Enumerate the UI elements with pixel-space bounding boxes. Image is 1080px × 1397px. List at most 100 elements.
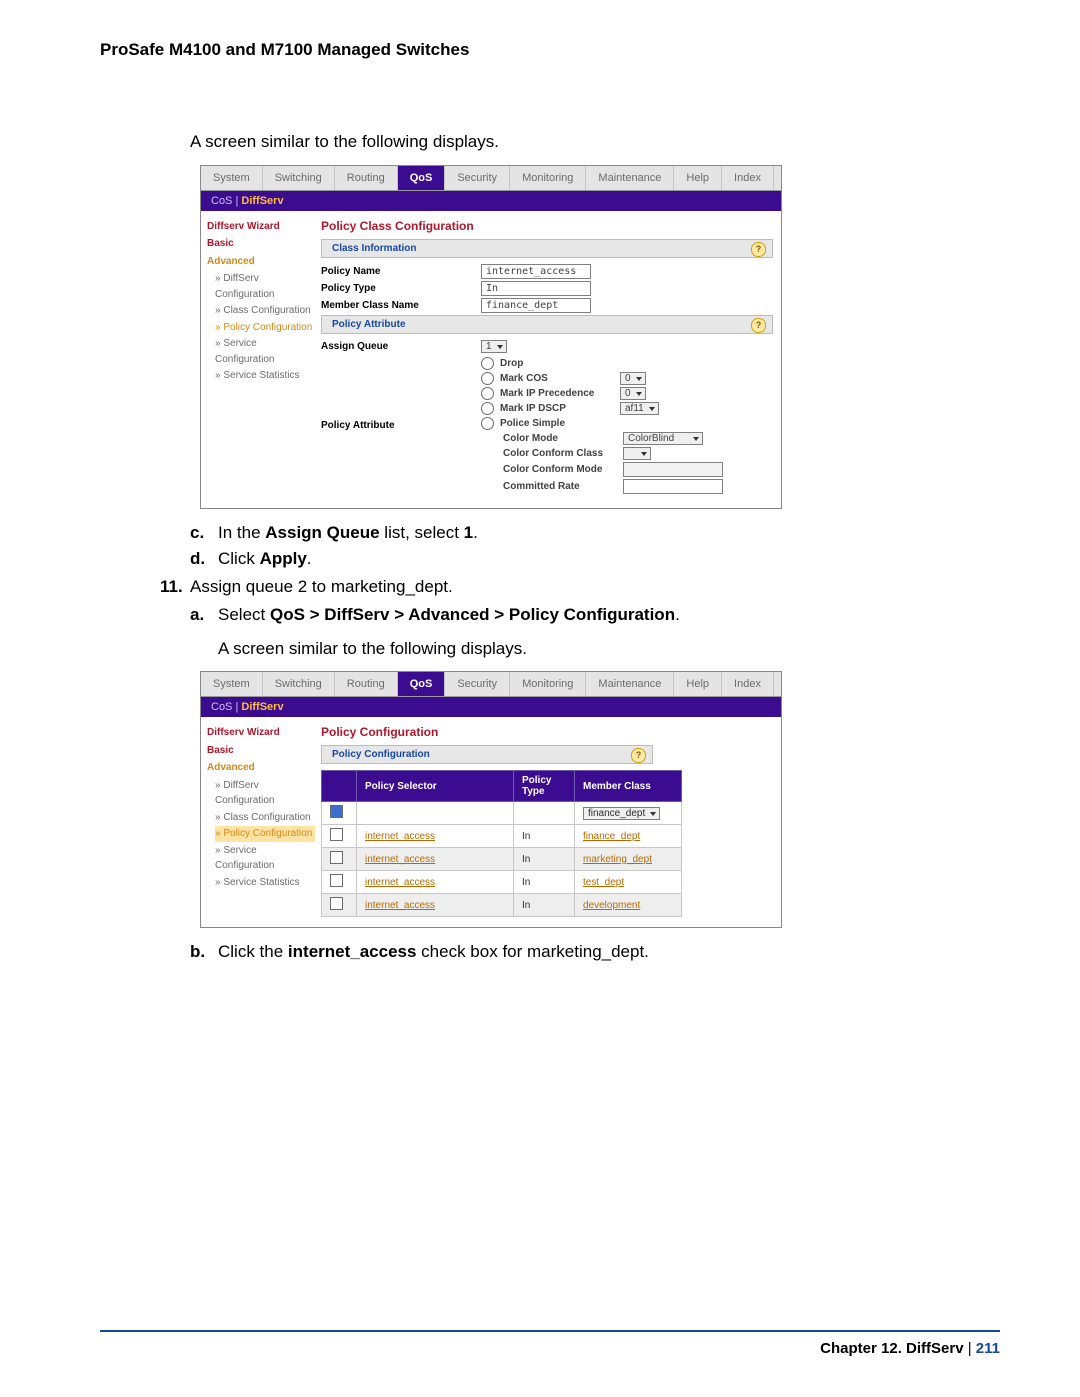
policy-type-label: Policy Type xyxy=(321,283,481,294)
step-d: d.Click Apply. xyxy=(190,549,1000,569)
committed-rate-field[interactable] xyxy=(623,479,723,494)
member-class-dropdown[interactable]: finance_dept xyxy=(583,807,660,820)
member-link[interactable]: finance_dept xyxy=(575,825,682,848)
policy-link[interactable]: internet_access xyxy=(357,825,514,848)
subtab-diffserv[interactable]: DiffServ xyxy=(241,701,283,713)
policy-link[interactable]: internet_access xyxy=(357,894,514,917)
radio-drop[interactable] xyxy=(481,357,494,370)
policy-attribute-label: Policy Attribute xyxy=(321,420,481,431)
opt-mark-dscp: Mark IP DSCP xyxy=(500,403,620,414)
tab-monitoring[interactable]: Monitoring xyxy=(510,166,586,190)
policy-link[interactable]: internet_access xyxy=(357,871,514,894)
footer-chapter: Chapter 12. DiffServ xyxy=(820,1340,963,1357)
page-footer: Chapter 12. DiffServ | 211 xyxy=(100,1330,1000,1357)
assign-queue-label: Assign Queue xyxy=(321,341,481,352)
tab-maintenance[interactable]: Maintenance xyxy=(586,672,674,696)
step-c: c.In the Assign Queue list, select 1. xyxy=(190,523,1000,543)
tab-qos[interactable]: QoS xyxy=(398,672,446,696)
section-policy-cfg: Policy Configuration? xyxy=(321,745,653,764)
nav-policy-cfg[interactable]: » Policy Configuration xyxy=(215,826,315,842)
screenshot-1: System Switching Routing QoS Security Mo… xyxy=(200,165,782,509)
color-mode-select[interactable]: ColorBlind xyxy=(623,432,703,445)
radio-mark-cos[interactable] xyxy=(481,372,494,385)
tab-switching[interactable]: Switching xyxy=(263,672,335,696)
color-conf-mode-field[interactable] xyxy=(623,462,723,477)
main-tabs-2: System Switching Routing QoS Security Mo… xyxy=(201,672,781,697)
nav-basic[interactable]: Basic xyxy=(207,743,315,759)
policy-link[interactable]: internet_access xyxy=(357,848,514,871)
tab-monitoring[interactable]: Monitoring xyxy=(510,672,586,696)
intro-text-1: A screen similar to the following displa… xyxy=(190,130,1000,155)
member-class-field[interactable]: finance_dept xyxy=(481,298,591,313)
mark-ippr-select[interactable]: 0 xyxy=(620,387,646,400)
row-checkbox[interactable] xyxy=(330,874,343,887)
row-checkbox[interactable] xyxy=(330,897,343,910)
nav-diffserv-cfg[interactable]: » DiffServ Configuration xyxy=(215,778,315,809)
subtab-diffserv[interactable]: DiffServ xyxy=(241,195,283,207)
tab-help[interactable]: Help xyxy=(674,672,722,696)
tab-help[interactable]: Help xyxy=(674,166,722,190)
cell-type: In xyxy=(514,848,575,871)
nav-advanced[interactable]: Advanced xyxy=(207,760,315,776)
mark-cos-select[interactable]: 0 xyxy=(620,372,646,385)
color-conf-class-label: Color Conform Class xyxy=(503,448,623,459)
row-checkbox[interactable] xyxy=(330,828,343,841)
tab-maintenance[interactable]: Maintenance xyxy=(586,166,674,190)
opt-mark-cos: Mark COS xyxy=(500,373,620,384)
radio-mark-ippr[interactable] xyxy=(481,387,494,400)
subtab-cos[interactable]: CoS xyxy=(211,701,232,713)
help-icon[interactable]: ? xyxy=(631,748,646,763)
member-link[interactable]: development xyxy=(575,894,682,917)
policy-name-label: Policy Name xyxy=(321,266,481,277)
nav-class-cfg[interactable]: » Class Configuration xyxy=(215,303,315,319)
select-all-checkbox[interactable] xyxy=(330,805,343,818)
nav-policy-cfg[interactable]: » Policy Configuration xyxy=(215,320,315,336)
nav-wizard[interactable]: Diffserv Wizard xyxy=(207,725,315,741)
col-policy-selector: Policy Selector xyxy=(357,771,514,802)
help-icon[interactable]: ? xyxy=(751,318,766,333)
radio-mark-dscp[interactable] xyxy=(481,402,494,415)
help-icon[interactable]: ? xyxy=(751,242,766,257)
nav-wizard[interactable]: Diffserv Wizard xyxy=(207,219,315,235)
sub-tab-bar-2: CoS | DiffServ xyxy=(201,697,781,717)
committed-rate-label: Committed Rate xyxy=(503,481,623,492)
member-link[interactable]: test_dept xyxy=(575,871,682,894)
cell-type: In xyxy=(514,871,575,894)
step-11: 11.Assign queue 2 to marketing_dept. xyxy=(160,577,1000,597)
color-conf-class-select[interactable] xyxy=(623,447,651,460)
member-link[interactable]: marketing_dept xyxy=(575,848,682,871)
nav-service-cfg[interactable]: » Service Configuration xyxy=(215,843,315,874)
left-nav: Diffserv Wizard Basic Advanced » DiffSer… xyxy=(201,211,321,508)
row-checkbox[interactable] xyxy=(330,851,343,864)
nav-stats[interactable]: » Service Statistics xyxy=(215,875,315,891)
nav-class-cfg[interactable]: » Class Configuration xyxy=(215,810,315,826)
tab-routing[interactable]: Routing xyxy=(335,166,398,190)
nav-basic[interactable]: Basic xyxy=(207,236,315,252)
tab-index[interactable]: Index xyxy=(722,166,774,190)
tab-system[interactable]: System xyxy=(201,672,263,696)
screenshot-2: System Switching Routing QoS Security Mo… xyxy=(200,671,782,928)
policy-type-field[interactable]: In xyxy=(481,281,591,296)
color-conf-mode-label: Color Conform Mode xyxy=(503,464,623,475)
nav-diffserv-cfg[interactable]: » DiffServ Configuration xyxy=(215,271,315,302)
color-mode-label: Color Mode xyxy=(503,433,623,444)
section-policy-attr: Policy Attribute? xyxy=(321,315,773,334)
opt-mark-ippr: Mark IP Precedence xyxy=(500,388,620,399)
tab-switching[interactable]: Switching xyxy=(263,166,335,190)
left-nav-2: Diffserv Wizard Basic Advanced » DiffSer… xyxy=(201,717,321,927)
nav-stats[interactable]: » Service Statistics xyxy=(215,368,315,384)
tab-routing[interactable]: Routing xyxy=(335,672,398,696)
tab-security[interactable]: Security xyxy=(445,672,510,696)
nav-service-cfg[interactable]: » Service Configuration xyxy=(215,336,315,367)
assign-queue-select[interactable]: 1 xyxy=(481,340,507,353)
radio-police[interactable] xyxy=(481,417,494,430)
nav-advanced[interactable]: Advanced xyxy=(207,254,315,270)
tab-qos[interactable]: QoS xyxy=(398,166,446,190)
tab-security[interactable]: Security xyxy=(445,166,510,190)
policy-name-field[interactable]: internet_access xyxy=(481,264,591,279)
tab-system[interactable]: System xyxy=(201,166,263,190)
member-class-label: Member Class Name xyxy=(321,300,481,311)
subtab-cos[interactable]: CoS xyxy=(211,195,232,207)
tab-index[interactable]: Index xyxy=(722,672,774,696)
mark-dscp-select[interactable]: af11 xyxy=(620,402,659,415)
